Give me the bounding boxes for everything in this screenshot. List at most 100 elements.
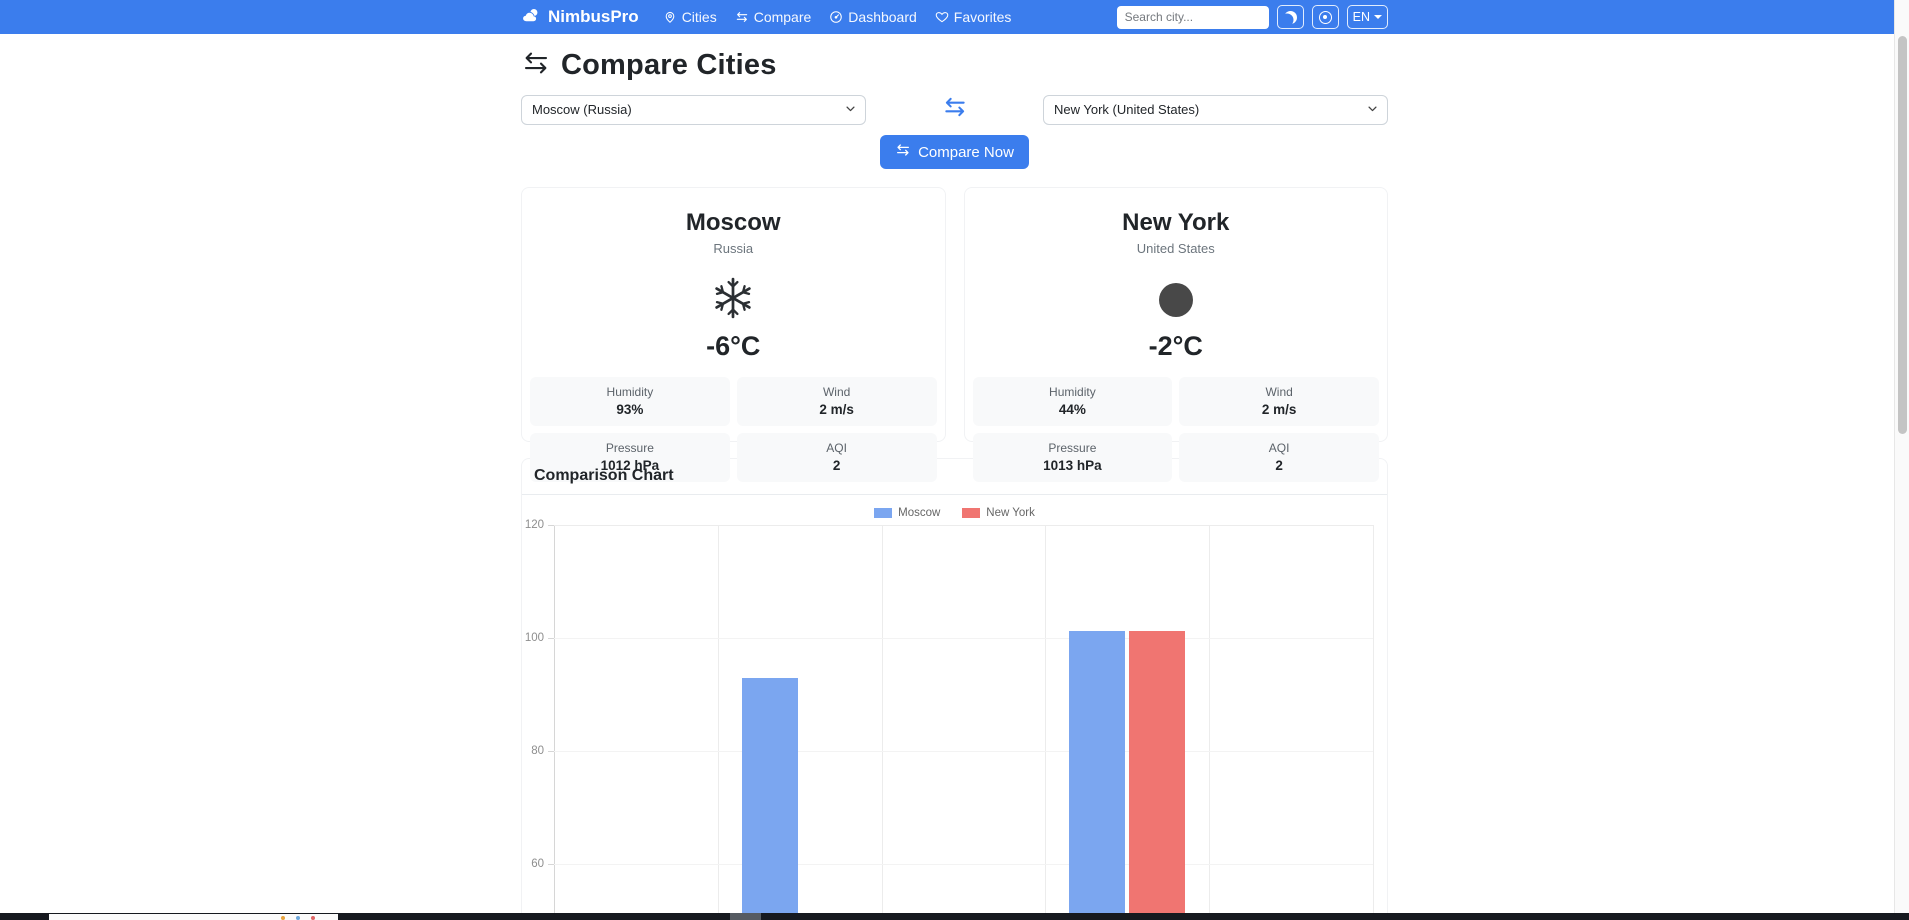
stat-label: AQI [826, 441, 847, 455]
stat-label: Humidity [1049, 385, 1096, 399]
temperature: -2°C [1148, 331, 1203, 361]
nav-item-label: Favorites [953, 9, 1012, 25]
search-input[interactable] [1116, 10, 1269, 24]
stat-value: 44% [1058, 402, 1086, 417]
crosshair-target-icon [1318, 10, 1332, 24]
nav-item-dashboard[interactable]: Dashboard [829, 9, 917, 25]
nav-item-label: Compare [753, 9, 812, 25]
stat-label: AQI [1268, 441, 1290, 455]
stat-value: 93% [616, 402, 644, 417]
comparison-chart-card: Comparison Chart Moscow New York 120 100 80… [521, 458, 1388, 920]
scrollbar[interactable] [1894, 0, 1909, 920]
stat-value: 1013 hPa [1043, 458, 1102, 473]
taskbar [0, 913, 1909, 920]
y-tick-mark [548, 525, 554, 526]
gridline-vertical [717, 525, 719, 920]
gridline-horizontal [554, 864, 1373, 865]
scrollbar-thumb[interactable] [1898, 36, 1907, 434]
taskbar-app-icon [730, 913, 761, 920]
gridline-vertical [1045, 525, 1047, 920]
stat-value: 2 [832, 458, 841, 473]
city-name: New York [1122, 209, 1230, 236]
gridline-horizontal [554, 638, 1373, 639]
bar-moscow-pressure-10 [1069, 631, 1126, 920]
nav-item-favorites[interactable]: Favorites [935, 9, 1012, 25]
nav-item-label: Dashboard [848, 9, 917, 25]
city-country: Russia [713, 241, 754, 256]
bar-new-york-pressure-10 [1129, 630, 1186, 920]
locate-button[interactable] [1311, 5, 1339, 29]
brand-label: NimbusPro [548, 7, 639, 26]
stat-wind: Wind 2 m/s [1179, 377, 1379, 426]
legend-swatch [874, 508, 893, 518]
compare-arrows-icon [521, 48, 551, 83]
arrow-left-right-icon [735, 10, 749, 24]
dark-mode-button[interactable] [1276, 5, 1304, 29]
stat-wind: Wind 2 m/s [736, 377, 937, 426]
stat-label: Pressure [1048, 441, 1097, 455]
nav-links: Cities Compare Dashboard Favorites [663, 9, 1012, 25]
chart-legend: Moscow New York [522, 507, 1387, 519]
right-city-select[interactable]: New York (United States) [1043, 94, 1388, 125]
stat-aqi: AQI 2 [1179, 433, 1379, 482]
chevron-down-icon [1374, 15, 1382, 19]
stat-pressure: Pressure 1013 hPa [972, 433, 1173, 482]
city-name: Moscow [685, 209, 781, 236]
left-city-select-wrap: Moscow (Russia) [521, 94, 866, 125]
brand[interactable]: NimbusPro [521, 7, 639, 28]
moon-stars-icon [1284, 11, 1297, 24]
legend-item-new-york[interactable]: New York [962, 507, 1035, 519]
language-dropdown[interactable]: EN [1346, 5, 1388, 29]
comparison-chart: MoscowNew York 120100806040200-20 [522, 495, 1387, 920]
bar-moscow-humidity [741, 677, 798, 920]
page-title: Compare Cities [561, 49, 777, 81]
nav-item-label: Cities [681, 9, 717, 25]
navbar: NimbusPro Cities Compare Dashboard Favor… [0, 0, 1909, 34]
y-tick-label: 80 [531, 745, 544, 757]
right-city-select-wrap: New York (United States) [1043, 94, 1388, 125]
y-tick-label: 100 [524, 632, 544, 644]
city-card-new-york: New York United States -2°C Humidity 44%… [963, 187, 1388, 482]
gridline-horizontal [554, 525, 1373, 526]
stat-label: Pressure [605, 441, 654, 455]
compare-now-button[interactable]: Compare Now [880, 135, 1029, 169]
speedometer-icon [829, 10, 843, 24]
new-moon-icon [1158, 283, 1193, 317]
y-tick-label: 60 [531, 858, 544, 870]
snowflake-icon [712, 277, 754, 324]
stat-value: 2 m/s [1261, 402, 1297, 417]
heart-icon [935, 10, 949, 24]
gridline-vertical [1209, 525, 1211, 920]
legend-swatch [962, 508, 981, 518]
stat-aqi: AQI 2 [736, 433, 937, 482]
city-country: United States [1136, 241, 1215, 256]
y-tick-mark [548, 864, 554, 865]
legend-label: Moscow [898, 507, 941, 519]
nav-item-compare[interactable]: Compare [735, 9, 812, 25]
language-label: EN [1352, 10, 1370, 24]
legend-item-moscow[interactable]: Moscow [874, 507, 940, 519]
y-tick-mark [548, 751, 554, 752]
gridline-vertical [1373, 525, 1374, 920]
stat-value: 2 [1275, 458, 1283, 473]
gridline-vertical [881, 525, 883, 920]
legend-label: New York [986, 507, 1035, 519]
temperature: -6°C [706, 331, 761, 361]
y-axis-line [554, 525, 555, 920]
left-city-select[interactable]: Moscow (Russia) [521, 94, 866, 125]
geo-pin-icon [663, 10, 677, 24]
compare-now-label: Compare Now [918, 143, 1014, 161]
stat-label: Wind [822, 385, 851, 399]
stat-humidity: Humidity 44% [972, 377, 1173, 426]
gridline-horizontal [554, 751, 1373, 752]
stat-label: Wind [1265, 385, 1293, 399]
stat-label: Humidity [606, 385, 654, 399]
chart-plot: 120100806040200-20 [525, 519, 1374, 920]
compare-arrows-icon [895, 142, 911, 162]
nav-item-cities[interactable]: Cities [663, 9, 717, 25]
stat-value: 2 m/s [819, 402, 854, 417]
taskbar-search [49, 914, 338, 920]
cloud-sun-icon [521, 7, 541, 28]
search-box [1116, 5, 1269, 29]
city-card-moscow: Moscow Russia -6°C Humidity 93% Wind 2 m… [521, 187, 946, 482]
